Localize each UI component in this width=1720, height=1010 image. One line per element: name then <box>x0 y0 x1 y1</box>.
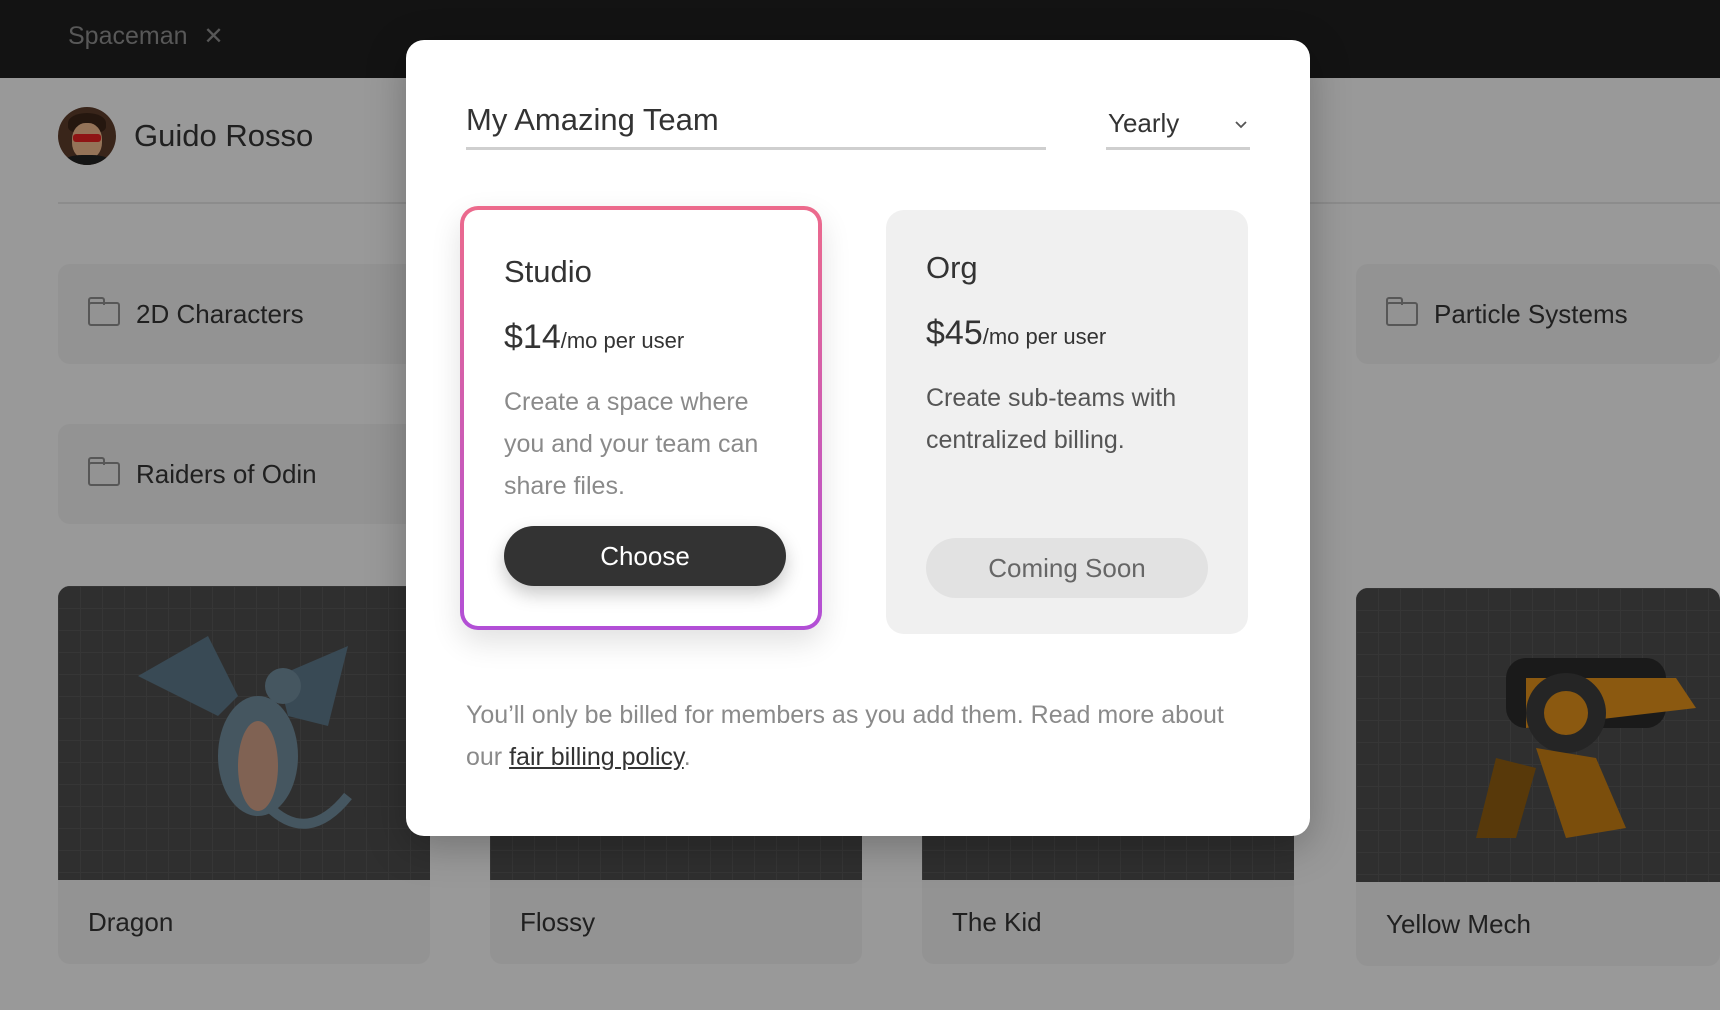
plan-price: $14/mo per user <box>504 318 778 357</box>
team-name-input[interactable] <box>466 96 1046 150</box>
billing-note: You’ll only be billed for members as you… <box>466 694 1226 778</box>
team-plan-dialog: Yearly Studio $14/mo per user Create a s… <box>406 40 1310 836</box>
plan-price-amount: $14 <box>504 318 561 356</box>
plan-card-studio[interactable]: Studio $14/mo per user Create a space wh… <box>460 206 822 630</box>
plan-name: Studio <box>504 254 592 289</box>
plan-price-amount: $45 <box>926 314 983 352</box>
plan-price-unit: /mo per user <box>982 324 1107 349</box>
fair-billing-policy-link[interactable]: fair billing policy <box>509 743 684 771</box>
plan-description: Create a space where you and your team c… <box>504 388 759 500</box>
plan-name: Org <box>926 250 978 285</box>
plan-description: Create sub-teams with centralized billin… <box>926 384 1177 454</box>
plan-price: $45/mo per user <box>926 314 1208 353</box>
plan-card-org: Org $45/mo per user Create sub-teams wit… <box>886 210 1248 634</box>
plan-price-unit: /mo per user <box>560 328 685 353</box>
chevron-down-icon <box>1235 120 1247 128</box>
billing-note-end: . <box>683 743 691 771</box>
billing-period-select[interactable]: Yearly <box>1106 100 1250 150</box>
choose-button[interactable]: Choose <box>504 526 786 586</box>
coming-soon-button: Coming Soon <box>926 538 1208 598</box>
billing-period-value: Yearly <box>1108 108 1180 138</box>
